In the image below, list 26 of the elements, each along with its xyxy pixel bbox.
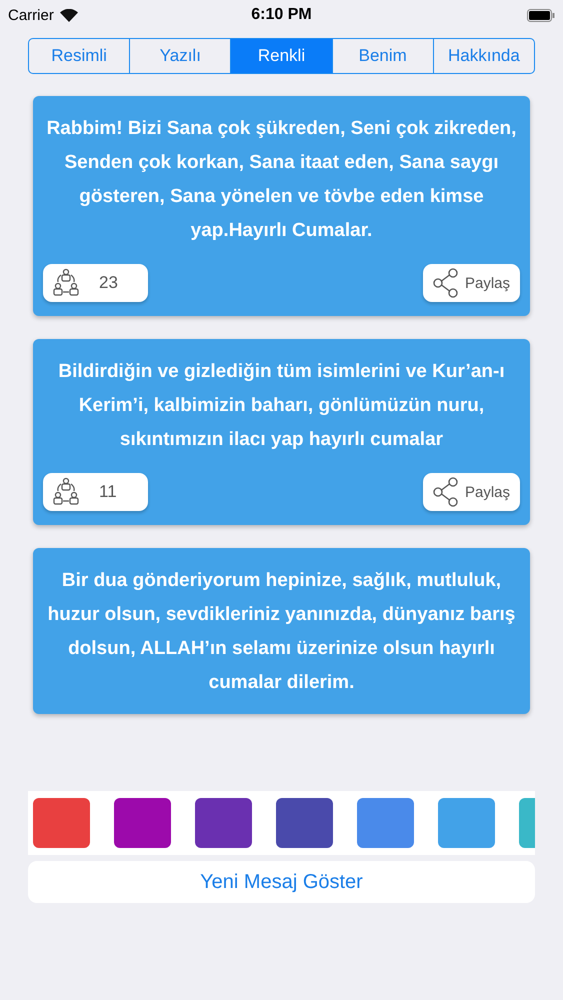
battery-icon [527, 8, 555, 22]
clock-time: 6:10 PM [251, 6, 312, 24]
color-swatch[interactable] [357, 798, 414, 848]
share-icon [432, 268, 459, 298]
tab[interactable]: Hakkında [432, 39, 534, 73]
tab[interactable]: Renkli [230, 39, 332, 73]
count-button[interactable]: 23 [43, 264, 148, 302]
message-text: Rabbim! Bizi Sana çok şükreden, Seni çok zikreden, Senden çok korkan, Sana itaat eden, Sana saygı gösteren, Sana yönelen ve tövbe eden kimse yap.Hayırlı Cumalar. [46, 117, 518, 243]
people-cycle-icon [53, 477, 79, 507]
color-swatch[interactable] [195, 798, 252, 848]
wifi-icon [60, 8, 78, 22]
people-cycle-icon [53, 268, 79, 298]
new-message-button[interactable]: Yeni Mesaj Göster [28, 861, 535, 903]
color-swatch[interactable] [114, 798, 171, 848]
share-button[interactable]: Paylaş [422, 473, 520, 511]
share-icon [432, 477, 459, 507]
message-text: Bildirdiğin ve gizlediğin tüm isimlerini ve Kur’an-ı Kerim’i, kalbimizin baharı, gönlümüzün nuru, sıkıntımızın ilacı yap hayırlı cumalar [57, 360, 506, 452]
tab[interactable]: Resimli [29, 39, 130, 73]
message-text: Bir dua gönderiyorum hepinize, sağlık, mutluluk, huzur olsun, sevdikleriniz yanınızda, dünyanız barış dolsun, ALLAH’ın selamı üzerinize olsun hayırlı cumalar dilerim. [46, 569, 516, 695]
share-button[interactable]: Paylaş [422, 264, 520, 302]
carrier-name: Carrier [8, 6, 54, 24]
count-button[interactable]: 11 [43, 473, 148, 511]
tab[interactable]: Benim [332, 39, 433, 73]
color-swatch[interactable] [33, 798, 90, 848]
color-swatch[interactable] [438, 798, 495, 848]
color-swatch[interactable] [276, 798, 333, 848]
